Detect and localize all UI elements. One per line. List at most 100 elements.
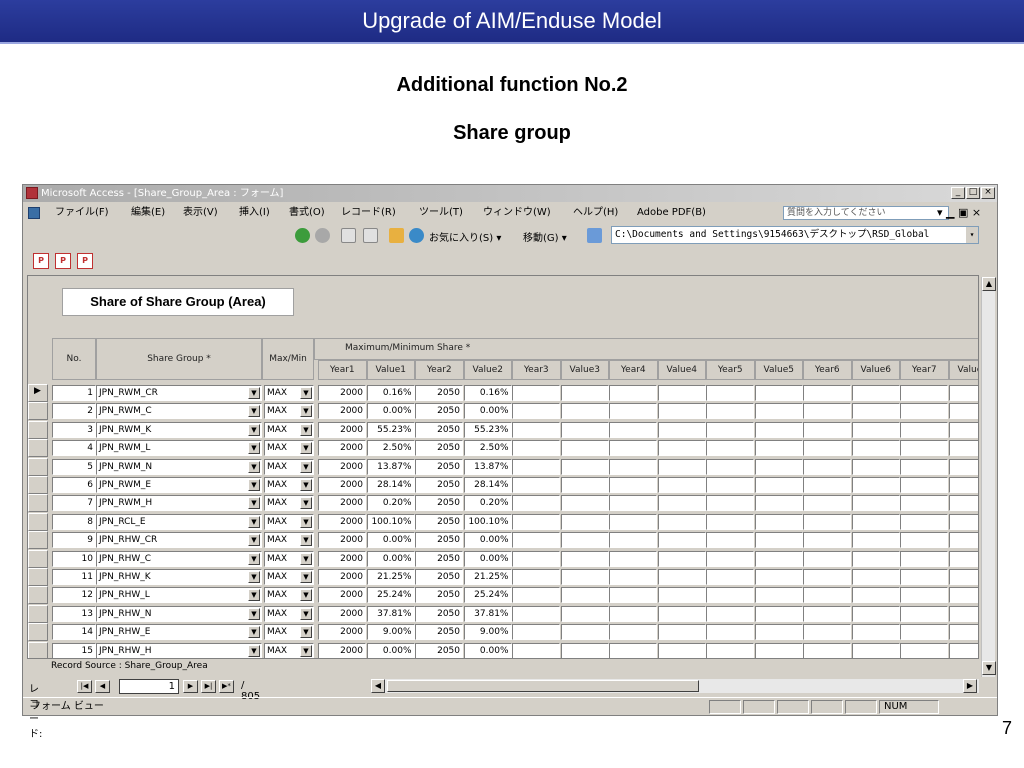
year-field[interactable] [609,514,657,530]
year-field[interactable] [900,551,948,567]
year-field[interactable] [706,440,754,456]
year-field[interactable]: 2050 [415,606,463,622]
year-field[interactable] [803,422,851,438]
year-field[interactable]: 2000 [318,643,366,658]
scroll-down-icon[interactable]: ▼ [982,661,996,675]
value-field[interactable] [657,551,706,567]
record-selector[interactable] [28,568,48,586]
value-field[interactable] [948,440,978,456]
value-field[interactable]: 21.25% [366,569,415,585]
year-field[interactable]: 2000 [318,422,366,438]
value-field[interactable] [657,495,706,511]
back-icon[interactable] [295,228,310,243]
value-field[interactable] [948,422,978,438]
maxmin-dropdown-icon[interactable]: ▼ [300,589,312,601]
year-field[interactable] [900,587,948,603]
year-field[interactable]: 2050 [415,532,463,548]
year-field[interactable] [803,385,851,401]
menu-view[interactable]: 表示(V) [183,203,218,223]
value-field[interactable] [851,551,900,567]
year-field[interactable]: 2050 [415,569,463,585]
value-field[interactable]: 13.87% [463,459,512,475]
record-selector[interactable] [28,421,48,439]
share-group-combo[interactable]: JPN_RWM_N [96,459,262,475]
search-web-icon[interactable] [409,228,424,243]
value-field[interactable] [754,403,803,419]
value-field[interactable] [560,459,609,475]
value-field[interactable] [560,643,609,658]
year-field[interactable] [609,495,657,511]
year-field[interactable] [512,514,560,530]
value-field[interactable] [560,624,609,640]
value-field[interactable] [851,422,900,438]
value-field[interactable]: 0.00% [366,532,415,548]
year-field[interactable] [609,551,657,567]
year-field[interactable]: 2000 [318,532,366,548]
value-field[interactable]: 100.10% [463,514,512,530]
home-icon[interactable] [389,228,404,243]
menu-tools[interactable]: ツール(T) [419,203,463,223]
value-field[interactable] [948,551,978,567]
value-field[interactable] [754,422,803,438]
maxmin-dropdown-icon[interactable]: ▼ [300,645,312,657]
value-field[interactable]: 13.87% [366,459,415,475]
value-field[interactable] [851,403,900,419]
year-field[interactable] [706,569,754,585]
year-field[interactable] [803,624,851,640]
year-field[interactable] [803,495,851,511]
value-field[interactable]: 0.00% [463,643,512,658]
record-selector[interactable] [28,494,48,512]
year-field[interactable] [900,624,948,640]
value-field[interactable]: 0.00% [463,551,512,567]
record-selector[interactable] [28,623,48,641]
value-field[interactable] [754,624,803,640]
menu-records[interactable]: レコード(R) [341,203,396,223]
value-field[interactable] [851,477,900,493]
value-field[interactable] [948,624,978,640]
value-field[interactable] [754,477,803,493]
row-no-field[interactable]: 8 [52,514,96,530]
value-field[interactable] [560,606,609,622]
year-field[interactable]: 2000 [318,551,366,567]
value-field[interactable] [754,459,803,475]
value-field[interactable] [851,569,900,585]
restore-button[interactable]: □ [966,187,980,199]
year-field[interactable] [803,459,851,475]
value-field[interactable] [657,422,706,438]
value-field[interactable] [657,569,706,585]
value-field[interactable]: 0.00% [463,532,512,548]
address-input[interactable]: C:\Documents and Settings\9154663\デスクトップ… [611,226,979,244]
value-field[interactable] [560,422,609,438]
year-field[interactable]: 2050 [415,403,463,419]
year-field[interactable] [803,551,851,567]
share-group-dropdown-icon[interactable]: ▼ [248,645,260,657]
value-field[interactable]: 100.10% [366,514,415,530]
share-group-combo[interactable]: JPN_RHW_H [96,643,262,658]
year-field[interactable]: 2000 [318,385,366,401]
year-field[interactable] [900,569,948,585]
value-field[interactable] [851,606,900,622]
share-group-dropdown-icon[interactable]: ▼ [248,626,260,638]
share-group-combo[interactable]: JPN_RHW_K [96,569,262,585]
year-field[interactable] [706,422,754,438]
value-field[interactable] [754,495,803,511]
year-field[interactable]: 2000 [318,587,366,603]
year-field[interactable] [609,459,657,475]
row-no-field[interactable]: 1 [52,385,96,401]
year-field[interactable]: 2050 [415,495,463,511]
share-group-combo[interactable]: JPN_RHW_L [96,587,262,603]
value-field[interactable] [560,385,609,401]
value-field[interactable] [560,551,609,567]
row-no-field[interactable]: 6 [52,477,96,493]
year-field[interactable] [609,385,657,401]
value-field[interactable] [560,495,609,511]
year-field[interactable] [512,422,560,438]
value-field[interactable] [851,514,900,530]
year-field[interactable]: 2000 [318,403,366,419]
value-field[interactable] [851,643,900,658]
value-field[interactable] [657,624,706,640]
value-field[interactable] [948,569,978,585]
share-group-dropdown-icon[interactable]: ▼ [248,534,260,546]
maxmin-dropdown-icon[interactable]: ▼ [300,442,312,454]
record-selector[interactable] [28,642,48,658]
